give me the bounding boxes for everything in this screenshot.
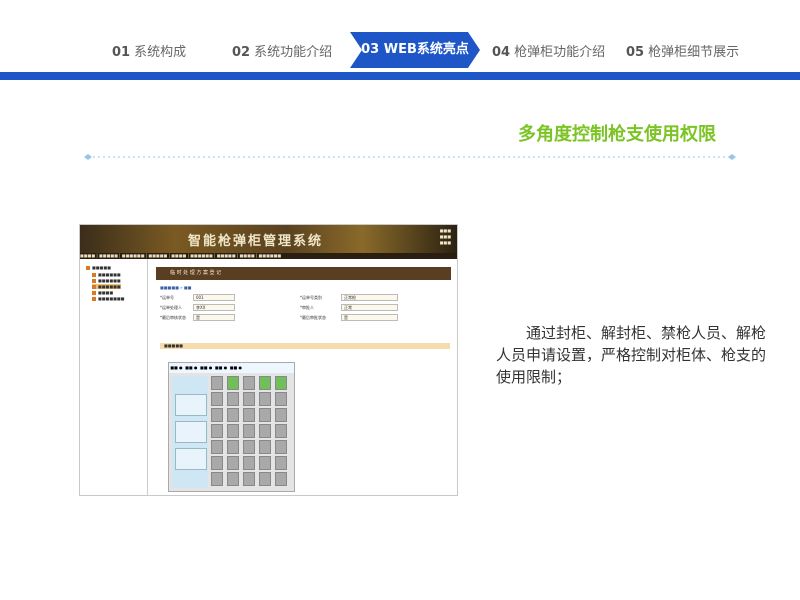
form-label: *运单号类别 — [300, 295, 322, 300]
form-label: *审批人 — [300, 305, 314, 310]
cabinet-gun-slot[interactable] — [243, 456, 255, 470]
cabinet-diagram: ■■ ● ■■ ● ■■ ● ■■ ● ■■ ● — [168, 362, 295, 492]
cabinet-gun-slot[interactable] — [275, 440, 287, 454]
user-info: ■■■ ■■■ ■■■ — [439, 228, 451, 245]
form-value: 正常 — [344, 305, 352, 310]
cabinet-gun-slot[interactable] — [211, 424, 223, 438]
nav-item-04[interactable]: 04 枪弹柜功能介绍 — [492, 41, 605, 60]
cabinet-gun-slot[interactable] — [275, 424, 287, 438]
cabinet-gun-slot[interactable] — [243, 376, 255, 390]
cabinet-gun-slot[interactable] — [227, 408, 239, 422]
sidebar-item[interactable]: ■■■■ — [92, 290, 113, 295]
sidebar-item[interactable]: ■■■■■■ — [92, 278, 121, 283]
cabinet-gun-slot[interactable] — [211, 408, 223, 422]
cabinet-slot[interactable] — [175, 421, 207, 443]
app-banner: 智能枪弹柜管理系统 ■■■ ■■■ ■■■ — [80, 225, 457, 253]
form-value: 001 — [196, 295, 204, 300]
cabinet-gun-slot[interactable] — [275, 376, 287, 390]
form-input[interactable] — [341, 314, 398, 321]
cabinet-status-bar: ■■ ● ■■ ● ■■ ● ■■ ● ■■ ● — [169, 363, 294, 373]
nav-item-03-active[interactable]: 03 WEB系统亮点 — [350, 32, 480, 68]
form-label: *最后审核状态 — [160, 315, 186, 320]
cabinet-gun-slot[interactable] — [259, 456, 271, 470]
top-navigation: 01 系统构成 02 系统功能介绍 03 WEB系统亮点 04 枪弹柜功能介绍 05 枪… — [0, 0, 800, 82]
cabinet-gun-slot[interactable] — [259, 440, 271, 454]
dotted-divider — [84, 154, 736, 160]
cabinet-left-column — [172, 376, 208, 488]
cabinet-gun-slot[interactable] — [211, 440, 223, 454]
nav-item-02[interactable]: 02 系统功能介绍 — [232, 41, 332, 60]
folder-icon — [86, 266, 90, 270]
form-value: 是 — [196, 315, 200, 320]
section-tab[interactable]: ■■■■■ — [160, 343, 450, 349]
cabinet-gun-slot[interactable] — [243, 472, 255, 486]
cabinet-gun-slot[interactable] — [211, 376, 223, 390]
cabinet-gun-slot[interactable] — [211, 392, 223, 406]
form-value: 是 — [344, 315, 348, 320]
nav-item-05[interactable]: 05 枪弹柜细节展示 — [626, 41, 739, 60]
folder-icon — [92, 285, 96, 289]
form-label: *运单处理人 — [160, 305, 182, 310]
cabinet-gun-slot[interactable] — [275, 472, 287, 486]
cabinet-gun-slot[interactable] — [227, 440, 239, 454]
folder-icon — [92, 291, 96, 295]
form-value: 李XX — [196, 305, 206, 310]
section-title: 多角度控制枪支使用权限 — [518, 124, 716, 145]
nav-item-01[interactable]: 01 系统构成 — [112, 41, 186, 60]
cabinet-gun-slot[interactable] — [227, 376, 239, 390]
cabinet-gun-slot[interactable] — [259, 424, 271, 438]
sidebar-item-selected[interactable]: ■■■■■■ — [92, 284, 121, 289]
form-value: 正常枪 — [344, 295, 356, 300]
sidebar-item[interactable]: ■■■■■■■ — [92, 296, 124, 301]
folder-icon — [92, 297, 96, 301]
cabinet-gun-slot[interactable] — [227, 456, 239, 470]
cabinet-gun-slot[interactable] — [227, 392, 239, 406]
folder-icon — [92, 273, 96, 277]
form-label: *运单号 — [160, 295, 174, 300]
cabinet-gun-slot[interactable] — [259, 408, 271, 422]
app-title: 智能枪弹柜管理系统 — [188, 234, 324, 249]
sidebar-item[interactable]: ■■■■■ — [86, 265, 111, 270]
panel-title: 临 时 处 理 方 案 登 记 — [156, 267, 451, 280]
cabinet-gun-grid — [211, 376, 291, 488]
cabinet-gun-slot[interactable] — [275, 392, 287, 406]
cabinet-gun-slot[interactable] — [227, 472, 239, 486]
cabinet-gun-slot[interactable] — [243, 424, 255, 438]
cabinet-slot[interactable] — [175, 448, 207, 470]
breadcrumb: ■■■■■ » ■■ — [160, 285, 192, 290]
cabinet-gun-slot[interactable] — [243, 408, 255, 422]
cabinet-gun-slot[interactable] — [275, 408, 287, 422]
cabinet-gun-slot[interactable] — [259, 376, 271, 390]
app-main-panel: 临 时 处 理 方 案 登 记 ■■■■■ » ■■ *运单号 001 *运单号… — [148, 259, 457, 495]
description-text: 通过封柜、解封柜、禁枪人员、解枪人员申请设置，严格控制对柜体、枪支的使用限制； — [496, 324, 767, 386]
cabinet-gun-slot[interactable] — [211, 472, 223, 486]
web-system-screenshot: 智能枪弹柜管理系统 ■■■ ■■■ ■■■ ■■■■ | ■■■■■ | ■■■■■… — [79, 224, 458, 496]
cabinet-gun-slot[interactable] — [211, 456, 223, 470]
folder-icon — [92, 279, 96, 283]
form-label: *最后审批状态 — [300, 315, 326, 320]
cabinet-gun-slot[interactable] — [227, 424, 239, 438]
cabinet-gun-slot[interactable] — [243, 440, 255, 454]
cabinet-slot[interactable] — [175, 394, 207, 416]
cabinet-gun-slot[interactable] — [243, 392, 255, 406]
sidebar-item[interactable]: ■■■■■■ — [92, 272, 121, 277]
nav-underline-bar — [0, 72, 800, 80]
cabinet-gun-slot[interactable] — [275, 456, 287, 470]
app-sidebar: ■■■■■ ■■■■■■ ■■■■■■ ■■■■■■ ■■■■ ■■■■■■■ — [80, 259, 148, 495]
cabinet-gun-slot[interactable] — [259, 472, 271, 486]
cabinet-gun-slot[interactable] — [259, 392, 271, 406]
